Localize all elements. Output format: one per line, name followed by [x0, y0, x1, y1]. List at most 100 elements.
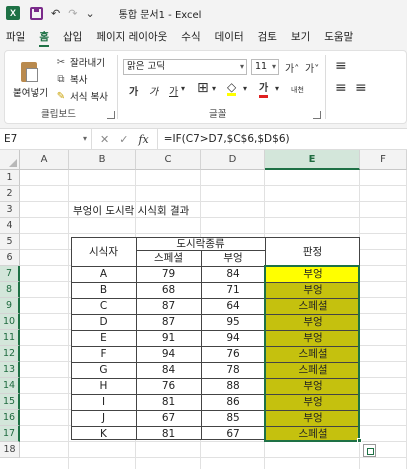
verdict-cell[interactable]: 부엉 — [266, 330, 360, 346]
special-score-cell[interactable]: 87 — [136, 298, 201, 314]
bueong-score-cell[interactable]: 86 — [201, 394, 265, 410]
borders-icon[interactable]: ⊞ — [197, 80, 209, 96]
bueong-score-cell[interactable]: 76 — [201, 346, 265, 362]
chevron-down-icon[interactable]: ▾ — [181, 84, 185, 93]
taster-name-cell[interactable]: H — [71, 378, 136, 394]
taster-name-cell[interactable]: A — [71, 266, 136, 282]
row-header-3[interactable]: 3 — [0, 202, 20, 218]
chevron-down-icon[interactable]: ▾ — [212, 84, 216, 93]
bueong-score-cell[interactable]: 95 — [201, 314, 265, 330]
special-score-cell[interactable]: 87 — [136, 314, 201, 330]
tab-data[interactable]: 데이터 — [215, 26, 244, 48]
grow-font-button[interactable]: 가˄ — [285, 60, 299, 75]
taster-name-cell[interactable]: C — [71, 298, 136, 314]
bueong-score-cell[interactable]: 88 — [201, 378, 265, 394]
verdict-cell[interactable]: 부엉 — [266, 410, 360, 426]
tab-help[interactable]: 도움말 — [324, 26, 353, 48]
fill-handle[interactable] — [357, 438, 362, 443]
chevron-down-icon[interactable]: ▾ — [243, 84, 247, 93]
special-score-cell[interactable]: 91 — [136, 330, 201, 346]
select-all-button[interactable] — [0, 150, 20, 170]
taster-name-cell[interactable]: E — [71, 330, 136, 346]
verdict-cell[interactable]: 부엉 — [266, 266, 360, 282]
row-header-14[interactable]: 14 — [0, 378, 20, 394]
verdict-cell[interactable]: 스페셜 — [266, 362, 360, 378]
copy-button[interactable]: ⧉ 복사 — [55, 72, 87, 87]
row-header-2[interactable]: 2 — [0, 186, 20, 202]
align-left-icon[interactable]: ≡ — [335, 80, 347, 96]
verdict-cell[interactable]: 부엉 — [266, 394, 360, 410]
row-header-5[interactable]: 5 — [0, 234, 20, 250]
align-center-icon[interactable]: ≡ — [355, 80, 367, 96]
worksheet-grid[interactable]: A B C D E F 1 2 3 4 5 6 7 8 9 10 11 12 13 14 15 16 17 18 부엉이 도시락… — [0, 150, 407, 469]
bueong-score-cell[interactable]: 84 — [201, 266, 265, 282]
taster-name-cell[interactable]: I — [71, 394, 136, 410]
row-header-8[interactable]: 8 — [0, 282, 20, 298]
enter-icon[interactable]: ✓ — [119, 133, 128, 146]
column-header-b[interactable]: B — [69, 150, 136, 170]
row-header-11[interactable]: 11 — [0, 330, 20, 346]
tab-file[interactable]: 파일 — [6, 26, 25, 48]
italic-button[interactable]: 가 — [149, 83, 158, 98]
row-header-13[interactable]: 13 — [0, 362, 20, 378]
special-score-cell[interactable]: 68 — [136, 282, 201, 298]
special-score-cell[interactable]: 67 — [136, 410, 201, 426]
taster-name-cell[interactable]: K — [71, 426, 136, 442]
bueong-score-cell[interactable]: 64 — [201, 298, 265, 314]
underline-button[interactable]: 가 — [169, 83, 178, 98]
column-header-c[interactable]: C — [136, 150, 201, 170]
taster-name-cell[interactable]: B — [71, 282, 136, 298]
tab-insert[interactable]: 삽입 — [63, 26, 82, 48]
row-header-18[interactable]: 18 — [0, 442, 20, 458]
bueong-score-cell[interactable]: 85 — [201, 410, 265, 426]
bueong-score-cell[interactable]: 71 — [201, 282, 265, 298]
fill-color-icon[interactable]: ◇ — [227, 80, 237, 96]
undo-icon[interactable]: ↶ — [51, 7, 60, 20]
paste-button[interactable]: 붙여넣기 — [9, 53, 51, 99]
taster-name-cell[interactable]: F — [71, 346, 136, 362]
row-header-7[interactable]: 7 — [0, 266, 20, 282]
align-top-icon[interactable]: ≡ — [335, 58, 347, 74]
tab-page-layout[interactable]: 페이지 레이아웃 — [96, 26, 167, 48]
verdict-cell[interactable]: 스페셜 — [266, 426, 360, 442]
row-header-17[interactable]: 17 — [0, 426, 20, 442]
column-header-a[interactable]: A — [20, 150, 69, 170]
special-score-cell[interactable]: 84 — [136, 362, 201, 378]
row-header-12[interactable]: 12 — [0, 346, 20, 362]
bueong-score-cell[interactable]: 67 — [201, 426, 265, 442]
shrink-font-button[interactable]: 가˅ — [305, 60, 319, 75]
tab-review[interactable]: 검토 — [258, 26, 277, 48]
font-color-button[interactable]: 가 — [259, 83, 269, 98]
column-header-f[interactable]: F — [360, 150, 407, 170]
formula-input[interactable]: =IF(C7>D7,$C$6,$D$6) — [156, 129, 407, 149]
phonetic-guide-button[interactable]: 내천 — [291, 85, 304, 95]
row-header-9[interactable]: 9 — [0, 298, 20, 314]
column-header-e[interactable]: E — [265, 150, 360, 170]
customize-qat-icon[interactable]: ⌄ — [85, 7, 94, 20]
save-icon[interactable] — [30, 6, 43, 20]
bueong-score-cell[interactable]: 94 — [201, 330, 265, 346]
verdict-cell[interactable]: 스페셜 — [266, 346, 360, 362]
name-box[interactable]: E7 ▾ — [0, 129, 92, 149]
verdict-cell[interactable]: 부엉 — [266, 314, 360, 330]
format-painter-button[interactable]: ✎ 서식 복사 — [55, 89, 108, 104]
special-score-cell[interactable]: 81 — [136, 394, 201, 410]
special-score-cell[interactable]: 81 — [136, 426, 201, 442]
row-header-15[interactable]: 15 — [0, 394, 20, 410]
bold-button[interactable]: 가 — [129, 83, 138, 98]
special-score-cell[interactable]: 94 — [136, 346, 201, 362]
row-header-16[interactable]: 16 — [0, 410, 20, 426]
font-size-select[interactable]: 11 ▾ — [251, 59, 279, 75]
special-score-cell[interactable]: 76 — [136, 378, 201, 394]
row-header-6[interactable]: 6 — [0, 250, 20, 266]
font-name-select[interactable]: 맑은 고딕 ▾ — [123, 59, 247, 75]
insert-function-icon[interactable]: fx — [138, 133, 148, 146]
special-score-cell[interactable]: 79 — [136, 266, 201, 282]
verdict-cell[interactable]: 스페셜 — [266, 298, 360, 314]
verdict-cell[interactable]: 부엉 — [266, 378, 360, 394]
quick-analysis-icon[interactable] — [363, 444, 376, 457]
bueong-score-cell[interactable]: 78 — [201, 362, 265, 378]
taster-name-cell[interactable]: G — [71, 362, 136, 378]
tab-formulas[interactable]: 수식 — [181, 26, 200, 48]
tab-home[interactable]: 홈 — [39, 26, 49, 48]
